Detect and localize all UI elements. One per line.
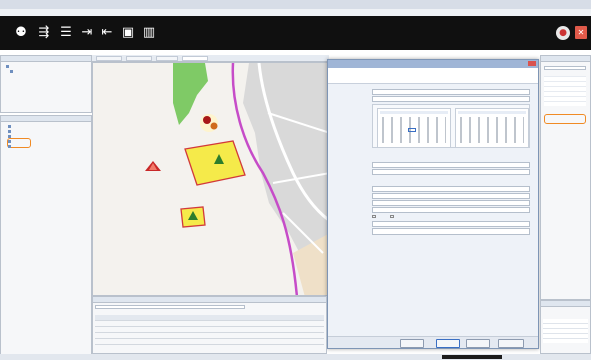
dialog-title-bar [328,60,538,68]
project-panel [0,55,92,113]
filter-input[interactable] [95,305,245,309]
attribute-table[interactable] [95,315,324,345]
calendar-grid[interactable] [460,117,524,143]
editor-tab-active[interactable] [182,56,208,61]
checkbox[interactable] [390,215,394,218]
dialog-header [328,68,538,84]
table-panel-tab[interactable] [93,297,326,303]
back-button[interactable] [400,339,424,348]
text-field[interactable] [372,221,530,227]
window-title-bar [0,0,591,9]
text-field[interactable] [372,89,530,95]
layer-item[interactable] [8,125,27,128]
text-field[interactable] [372,193,530,199]
attribute-table-panel [92,296,327,354]
text-field[interactable] [372,186,530,192]
select-field[interactable] [372,96,530,102]
layer-item-selected[interactable] [8,140,27,143]
incident-dialog [327,59,539,349]
layer-item[interactable] [8,145,25,148]
user-icon[interactable]: ● [556,26,570,40]
map-canvas[interactable] [93,63,329,296]
tree-item[interactable] [6,65,33,68]
editor-tab[interactable] [96,56,122,61]
next-button[interactable] [436,339,460,348]
import-icon[interactable]: ⇥ [79,24,95,40]
side-table-rows[interactable] [543,319,588,343]
text-field[interactable] [372,200,530,206]
cancel-button[interactable] [498,339,524,348]
text-field[interactable] [372,162,530,168]
route-icon[interactable]: ⇶ [36,24,52,40]
editor-tabs [92,55,329,62]
editor-tab[interactable] [126,56,152,61]
calendar-header [458,111,526,114]
status-indicator [442,355,502,359]
layer-item[interactable] [8,130,29,133]
document-settings-icon[interactable]: ▣ [120,24,136,40]
text-field[interactable] [372,207,530,213]
calendar-header [380,111,448,114]
text-field[interactable] [372,169,530,175]
properties-list[interactable] [544,76,586,106]
status-bar [0,354,591,360]
search-input[interactable] [544,66,586,70]
hazard-marker-icon [210,122,218,130]
side-table-tab[interactable] [541,301,590,307]
table-row [95,338,324,345]
calendar-selected-day[interactable] [408,128,416,132]
database-icon[interactable]: ☰ [58,24,74,40]
menu-bar[interactable] [0,9,591,16]
map-view[interactable] [92,62,329,296]
calendar-month[interactable] [455,108,529,148]
hazard-marker-icon [203,116,211,124]
dialog-close-icon[interactable] [528,61,536,66]
person-connected-icon[interactable]: ⚉ [13,24,29,40]
editor-tab[interactable] [156,56,178,61]
tree-item[interactable] [10,70,33,73]
properties-panel [540,55,591,300]
book-icon[interactable]: ▥ [141,24,157,40]
main-toolbar: ⚉ ⇶ ☰ ⇥ ⇤ ▣ ▥ ● ✕ [0,16,591,50]
details-textarea[interactable] [372,228,530,235]
layers-panel-tab[interactable] [1,116,91,122]
side-table-panel [540,300,591,354]
date-range-picker[interactable] [372,104,530,148]
export-icon[interactable]: ⇤ [99,24,115,40]
table-caption [95,310,145,313]
calendar-month[interactable] [377,108,451,148]
close-icon[interactable]: ✕ [575,26,587,39]
project-panel-tab[interactable] [1,56,91,62]
dialog-button-bar [328,336,538,348]
properties-panel-tab[interactable] [541,56,590,62]
layers-panel [0,115,92,355]
finish-button[interactable] [466,339,490,348]
selected-property-highlight[interactable] [544,114,586,124]
checkbox[interactable] [372,215,376,218]
